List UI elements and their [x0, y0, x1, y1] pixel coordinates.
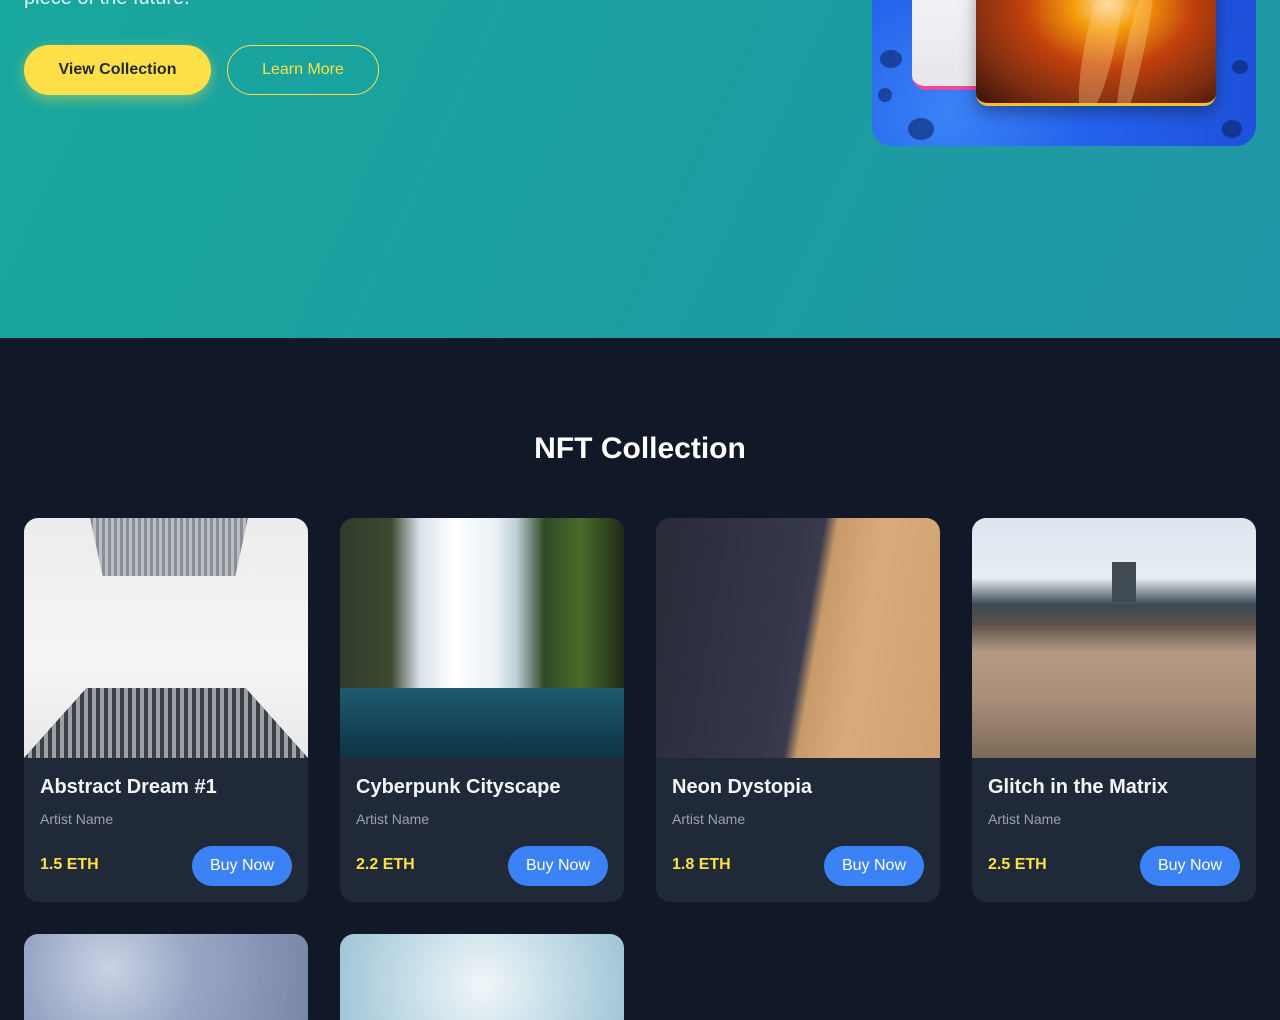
- nft-artist: Artist Name: [40, 811, 114, 827]
- hero-artwork: [872, 0, 1256, 146]
- nft-card[interactable]: Cyberpunk Cityscape Artist Name 2.2 ETH …: [340, 518, 624, 902]
- nft-price: 1.8 ETH: [672, 856, 731, 873]
- nft-card[interactable]: Glitch in the Matrix Artist Name 2.5 ETH…: [972, 518, 1256, 902]
- jellyfish-shape: [878, 88, 892, 102]
- buy-now-button[interactable]: Buy Now: [1140, 846, 1240, 886]
- nft-artist: Artist Name: [988, 811, 1062, 827]
- nft-image: [340, 518, 624, 758]
- nft-price: 1.5 ETH: [40, 856, 99, 873]
- nft-image: [24, 518, 308, 758]
- nft-card[interactable]: Neon Dystopia Artist Name 1.8 ETH Buy No…: [656, 518, 940, 902]
- nft-image: [24, 934, 308, 1020]
- nft-title: Abstract Dream #1: [40, 776, 217, 798]
- nft-image: [656, 518, 940, 758]
- nft-artist: Artist Name: [356, 811, 430, 827]
- nft-price: 2.5 ETH: [988, 856, 1047, 873]
- hero-section: piece of the future. View Collection Lea…: [0, 0, 1280, 338]
- nft-card[interactable]: [24, 934, 308, 1020]
- nft-title: Neon Dystopia: [672, 776, 813, 798]
- nft-title: Cyberpunk Cityscape: [356, 776, 561, 798]
- nft-price: 2.2 ETH: [356, 856, 415, 873]
- jellyfish-shape: [908, 118, 934, 140]
- jellyfish-shape: [1222, 120, 1242, 138]
- nft-image: [972, 518, 1256, 758]
- view-collection-button[interactable]: View Collection: [24, 45, 211, 95]
- buy-now-button[interactable]: Buy Now: [508, 846, 608, 886]
- nft-image: [340, 934, 624, 1020]
- nft-card[interactable]: [340, 934, 624, 1020]
- nft-title: Glitch in the Matrix: [988, 776, 1169, 798]
- hero-card-canyon-image: [976, 0, 1216, 106]
- nft-artist: Artist Name: [672, 811, 746, 827]
- buy-now-button[interactable]: Buy Now: [824, 846, 924, 886]
- buy-now-button[interactable]: Buy Now: [192, 846, 292, 886]
- collection-title: NFT Collection: [534, 432, 746, 465]
- hero-subtitle: piece of the future.: [24, 0, 190, 10]
- learn-more-button[interactable]: Learn More: [227, 45, 379, 95]
- jellyfish-shape: [880, 50, 902, 68]
- nft-card[interactable]: Abstract Dream #1 Artist Name 1.5 ETH Bu…: [24, 518, 308, 902]
- jellyfish-shape: [1232, 60, 1248, 74]
